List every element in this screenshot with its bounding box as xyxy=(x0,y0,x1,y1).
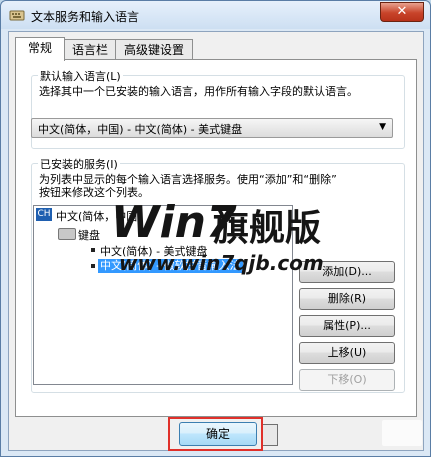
move-up-button[interactable]: 上移(U) xyxy=(299,342,395,364)
tab-advanced-key-settings[interactable]: 高级键设置 xyxy=(115,39,193,60)
tab-general[interactable]: 常规 xyxy=(15,37,65,61)
watermark-brand-cn: 旗舰版 xyxy=(213,208,322,249)
keyboard-icon xyxy=(58,228,76,240)
default-language-value: 中文(简体，中国) - 中文(简体) - 美式键盘 xyxy=(38,123,243,136)
bullet-icon xyxy=(91,248,95,252)
installed-services-label: 已安装的服务(I) xyxy=(38,156,120,172)
window-title: 文本服务和输入语言 xyxy=(31,10,140,24)
bullet-icon xyxy=(91,264,95,268)
keyboard-app-icon xyxy=(9,10,25,21)
properties-button[interactable]: 属性(P)... xyxy=(299,315,395,337)
default-language-select[interactable]: 中文(简体，中国) - 中文(简体) - 美式键盘 ▼ xyxy=(31,118,393,138)
close-button[interactable]: ✕ xyxy=(380,2,424,22)
remove-button[interactable]: 删除(R) xyxy=(299,288,395,310)
close-icon: ✕ xyxy=(396,4,408,19)
language-badge: CH xyxy=(36,208,52,221)
chevron-down-icon[interactable]: ▼ xyxy=(379,122,386,132)
default-language-label: 默认输入语言(L) xyxy=(38,68,123,84)
default-language-description: 选择其中一个已安装的输入语言，用作所有输入字段的默认语言。 xyxy=(39,85,358,98)
title-bar[interactable]: 文本服务和输入语言 ✕ xyxy=(1,1,430,29)
tree-keyboard-category[interactable]: 键盘 xyxy=(78,227,100,243)
tab-language-bar[interactable]: 语言栏 xyxy=(64,39,116,60)
ok-button[interactable]: 确定 xyxy=(179,422,257,446)
move-down-button[interactable]: 下移(O) xyxy=(299,369,395,391)
dialog-window: 文本服务和输入语言 ✕ 常规 语言栏 高级键设置 默认输入语言(L) 选择其中一… xyxy=(0,0,431,457)
corner-watermark xyxy=(382,420,422,446)
services-description-line1: 为列表中显示的每个输入语言选择服务。使用“添加”和“删除” xyxy=(39,173,337,186)
watermark-url: www.win7qjb.com xyxy=(119,251,324,275)
cancel-button-partial[interactable] xyxy=(263,424,278,446)
